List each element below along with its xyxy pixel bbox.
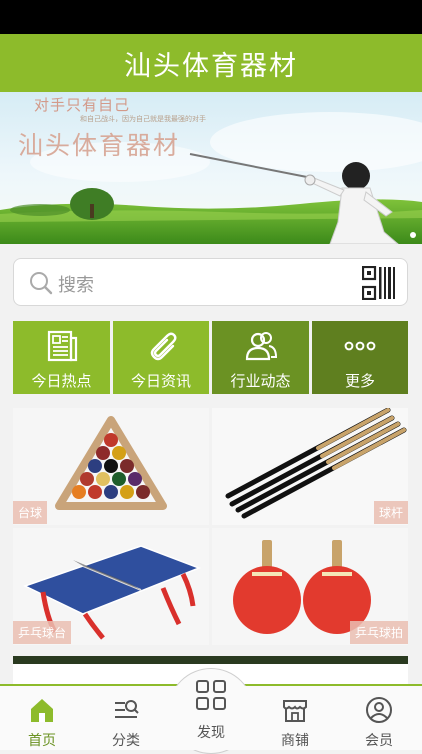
- bottom-nav-member[interactable]: 会员: [337, 686, 421, 750]
- nav-tile-more[interactable]: 更多: [312, 321, 408, 394]
- home-icon: [28, 696, 56, 724]
- banner-tagline: 对手只有自己: [34, 96, 131, 114]
- content-strip: [13, 656, 408, 664]
- nav-tile-label: 更多: [344, 372, 375, 390]
- bottom-nav-label: 首页: [28, 733, 56, 749]
- category-icon: [112, 696, 140, 724]
- nav-tile-label: 行业动态: [230, 372, 291, 390]
- user-icon: [365, 696, 393, 724]
- users-icon: [243, 328, 279, 364]
- qr-code-icon[interactable]: [362, 266, 396, 300]
- banner-title: 汕头体育器材: [18, 131, 181, 160]
- nav-tile-industry[interactable]: 行业动态: [212, 321, 309, 394]
- discover-grid-icon: [194, 678, 228, 712]
- nav-tile-label: 今日资讯: [130, 372, 191, 390]
- bottom-nav-discover[interactable]: 发现: [169, 674, 253, 750]
- product-label: 乒乓球台: [13, 621, 72, 644]
- nav-tile-news-today[interactable]: 今日资讯: [113, 321, 209, 394]
- bottom-nav-label: 分类: [112, 733, 140, 749]
- newspaper-icon: [44, 328, 80, 364]
- search-icon: [30, 272, 53, 295]
- product-label: 乒乓球拍: [349, 621, 408, 644]
- more-dots-icon: [342, 328, 378, 364]
- search-input[interactable]: 搜索: [58, 271, 94, 297]
- banner-subtag: 和自己战斗，因为自己就是我最强的对手: [80, 115, 206, 123]
- product-label: 球杆: [373, 501, 408, 524]
- paperclip-icon: [143, 328, 179, 364]
- page-title: 汕头体育器材: [124, 50, 298, 82]
- nav-tile-hot-today[interactable]: 今日热点: [13, 321, 110, 394]
- product-card-billiards[interactable]: 台球: [13, 408, 209, 525]
- bottom-nav-shop[interactable]: 商铺: [253, 686, 337, 750]
- app-header: 汕头体育器材: [0, 34, 422, 92]
- status-bar: [0, 0, 422, 34]
- quick-nav: 今日热点 今日资讯 行业动态 更多: [13, 321, 408, 394]
- bottom-nav-label: 会员: [365, 733, 393, 749]
- bottom-nav-label: 发现: [197, 725, 225, 741]
- bottom-nav-home[interactable]: 首页: [0, 686, 84, 750]
- product-card-cues[interactable]: 球杆: [212, 408, 408, 525]
- bottom-nav-label: 商铺: [281, 733, 309, 749]
- search-bar[interactable]: 搜索: [13, 258, 408, 306]
- bottom-nav-category[interactable]: 分类: [84, 686, 168, 750]
- product-card-paddles[interactable]: 乒乓球拍: [212, 528, 408, 645]
- shop-icon: [281, 696, 309, 724]
- nav-tile-label: 今日热点: [31, 372, 92, 390]
- product-card-table-tennis-table[interactable]: 乒乓球台: [13, 528, 209, 645]
- carousel-indicator-dot[interactable]: [410, 232, 416, 238]
- product-label: 台球: [13, 501, 48, 524]
- banner-carousel[interactable]: 对手只有自己 和自己战斗，因为自己就是我最强的对手 汕头体育器材: [0, 92, 422, 244]
